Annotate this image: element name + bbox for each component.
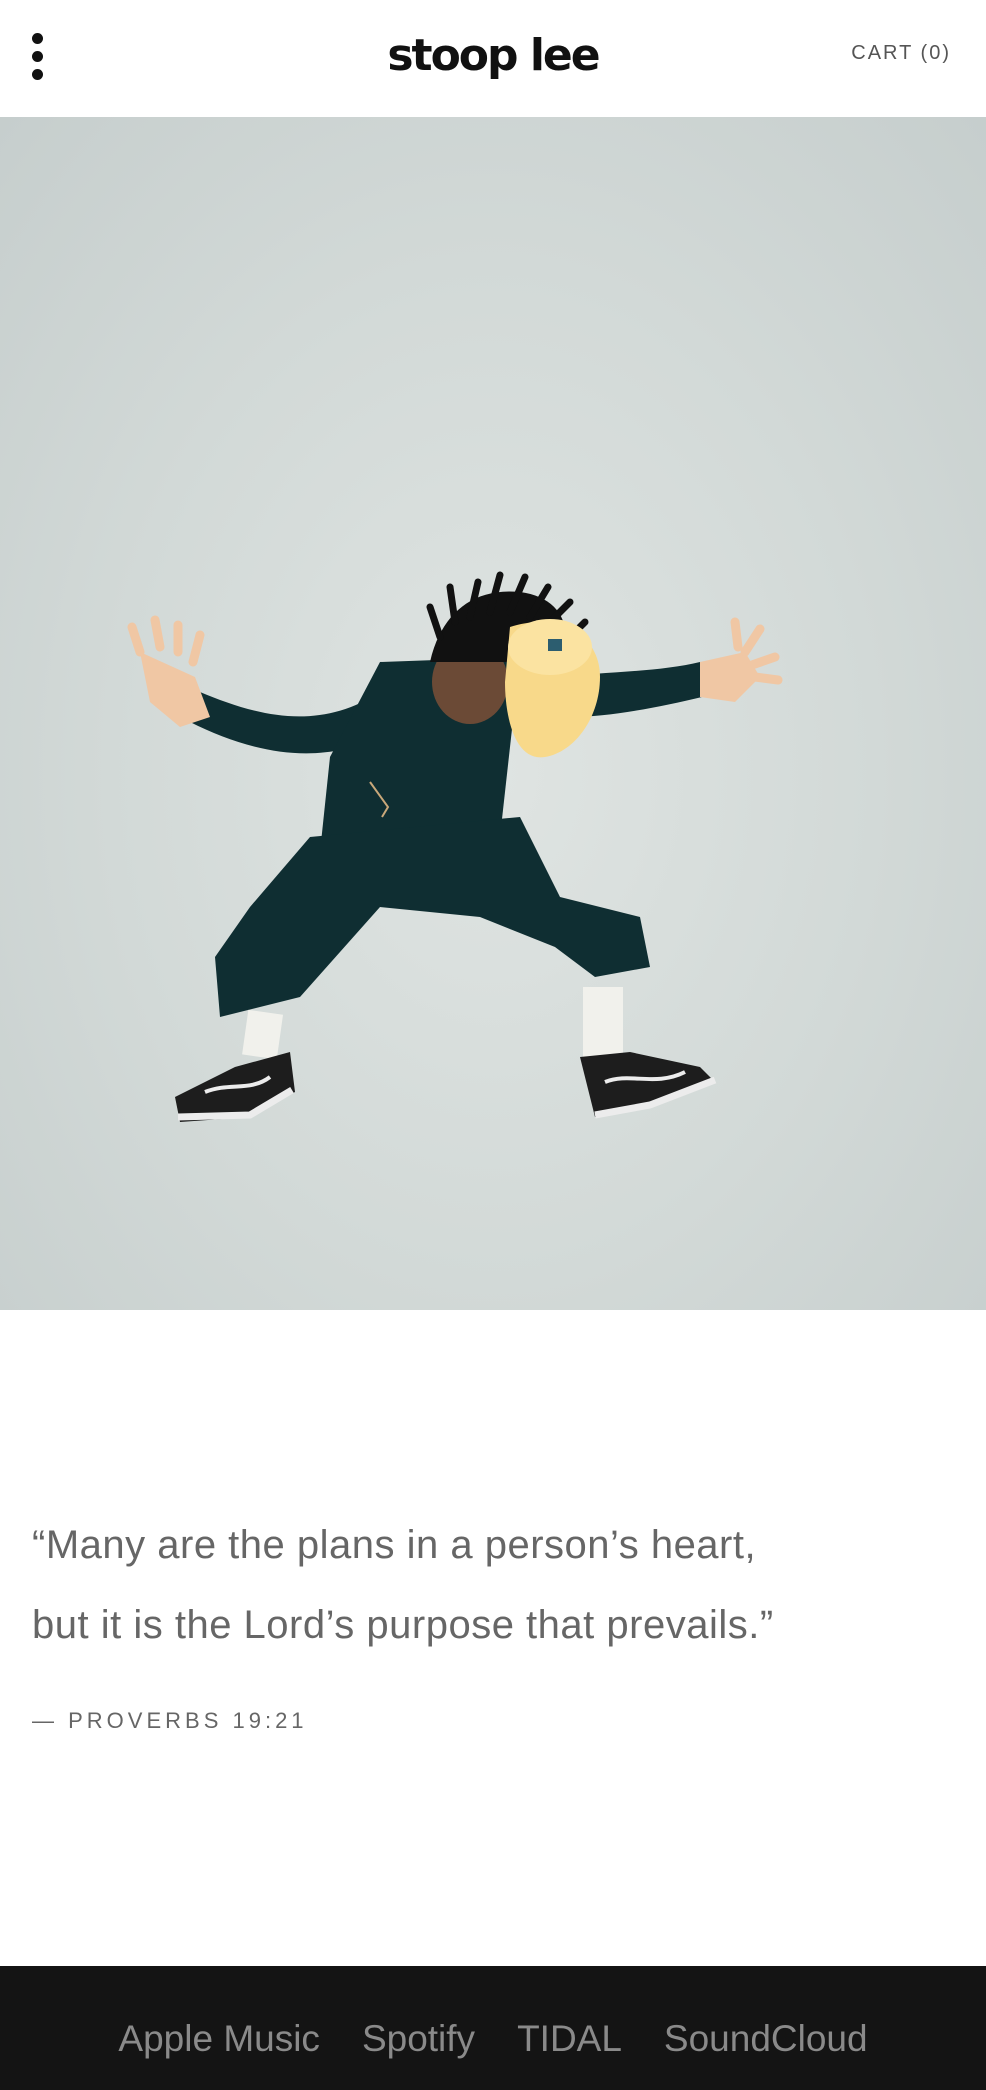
jumping-person-illustration (127, 571, 783, 1122)
streaming-links: Apple Music Spotify TIDAL SoundCloud (0, 2018, 986, 2060)
quote-line-1: “Many are the plans in a person’s heart, (32, 1523, 757, 1567)
site-header: stoop lee CART (0) (0, 0, 986, 117)
cart-link[interactable]: CART (0) (851, 42, 951, 65)
site-footer: Apple Music Spotify TIDAL SoundCloud (0, 1966, 986, 2090)
site-logo[interactable]: stoop lee (0, 26, 986, 86)
apple-music-link[interactable]: Apple Music (118, 2018, 320, 2060)
bible-quote: “Many are the plans in a person’s heart,… (32, 1505, 932, 1665)
hero-image (0, 117, 986, 1310)
quote-citation: — PROVERBS 19:21 (32, 1708, 308, 1733)
tidal-link[interactable]: TIDAL (517, 2018, 622, 2060)
spotify-link[interactable]: Spotify (362, 2018, 475, 2060)
soundcloud-link[interactable]: SoundCloud (664, 2018, 868, 2060)
quote-line-2: but it is the Lord’s purpose that prevai… (32, 1603, 774, 1647)
